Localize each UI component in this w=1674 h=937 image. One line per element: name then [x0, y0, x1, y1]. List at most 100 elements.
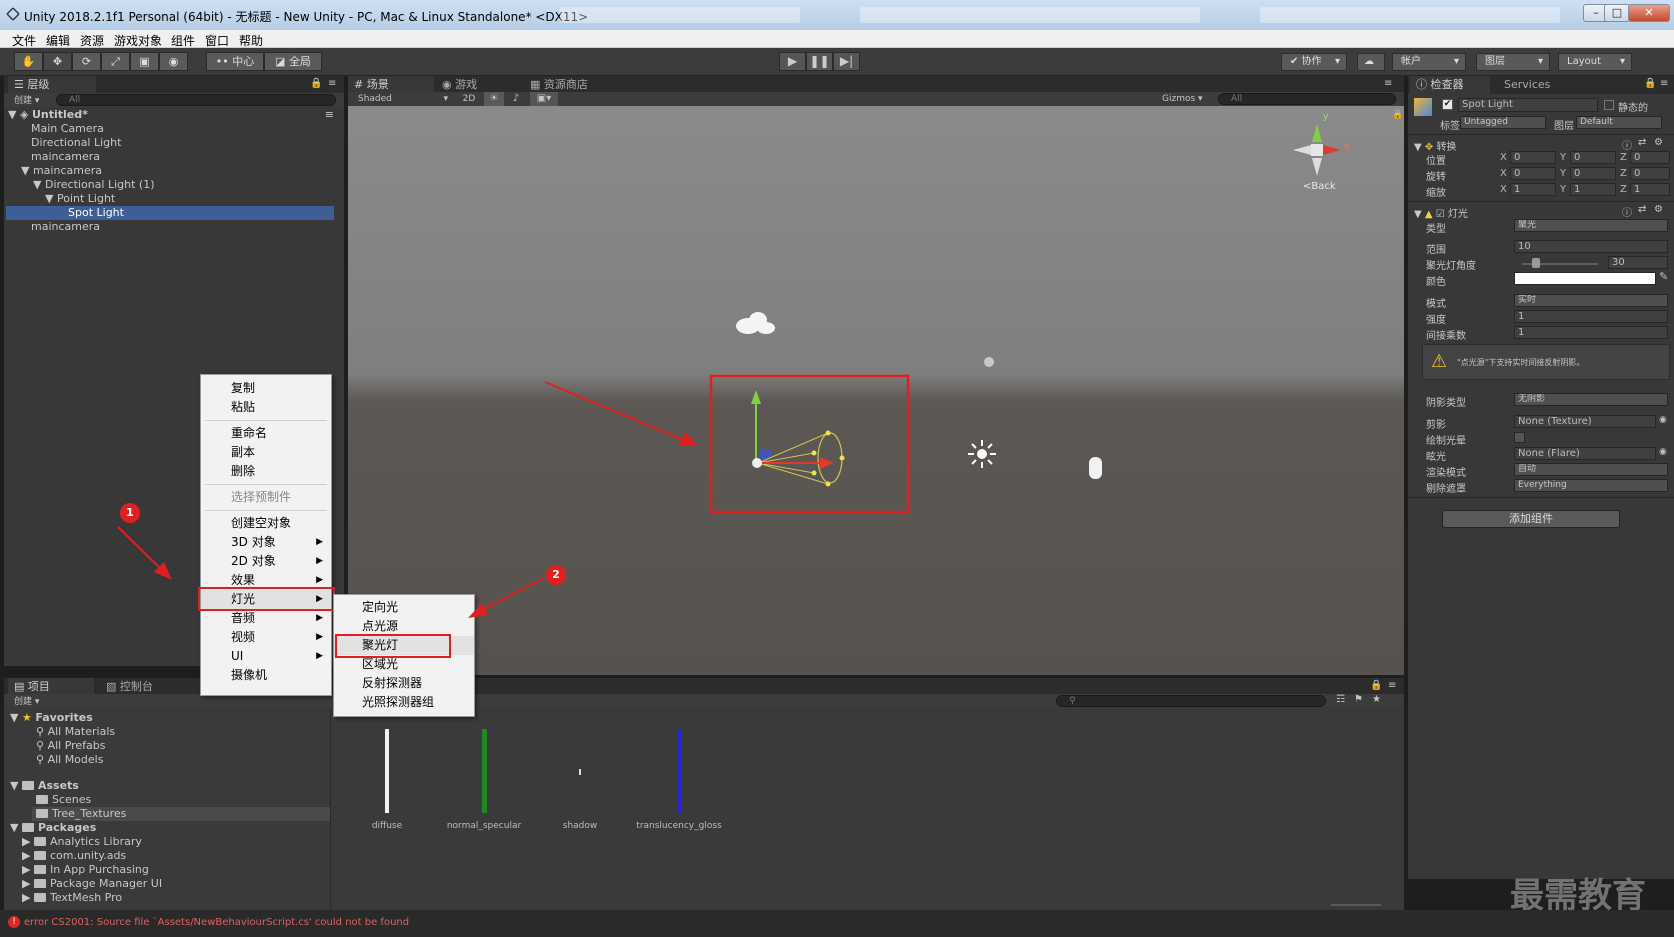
hierarchy-item[interactable]: Main Camera	[0, 122, 344, 136]
audio-toggle[interactable]: ♪	[506, 92, 526, 106]
close-button[interactable]: ✕	[1628, 4, 1670, 22]
lock-icon[interactable]: 🔒	[1370, 680, 1382, 691]
rect-tool-button[interactable]: ▣	[130, 52, 159, 71]
light-type-dropdown[interactable]: 聚光	[1514, 219, 1668, 232]
menu-item-ui[interactable]: UI ▶	[201, 647, 331, 666]
packages-header[interactable]: ▼ Packages	[10, 821, 96, 835]
package-folder[interactable]: ▶ com.unity.ads	[22, 849, 126, 863]
assets-folder-selected[interactable]: Tree_Textures	[32, 807, 330, 821]
maximize-button[interactable]: □	[1604, 4, 1630, 22]
menu-gameobject[interactable]: 游戏对象	[114, 32, 162, 49]
range-field[interactable]: 10	[1514, 240, 1668, 253]
move-tool-button[interactable]: ✥	[43, 52, 72, 71]
shading-mode-dropdown[interactable]: Shaded ▾	[352, 92, 452, 106]
package-folder[interactable]: ▶ Package Manager UI	[22, 877, 162, 891]
tag-icon[interactable]: ⚑	[1354, 694, 1363, 705]
object-name-input[interactable]: Spot Light	[1458, 98, 1598, 112]
status-error-text[interactable]: error CS2001: Source file `Assets/NewBeh…	[24, 917, 409, 928]
project-search-input[interactable]: ⚲	[1056, 695, 1326, 707]
tab-inspector[interactable]: ⓘ 检查器	[1410, 76, 1490, 94]
tab-hierarchy[interactable]: ☰ 层级	[8, 76, 96, 94]
draw-halo-checkbox[interactable]	[1514, 432, 1525, 443]
asset-thumbnail-diffuse[interactable]	[385, 729, 389, 813]
menu-item-video[interactable]: 视频 ▶	[201, 628, 331, 647]
transform-header[interactable]: ▼ ✥ 转换	[1414, 138, 1456, 153]
hierarchy-item[interactable]: ▼ Point Light	[0, 192, 344, 206]
submenu-item-directional-light[interactable]: 定向光	[334, 598, 474, 617]
panel-menu-icon[interactable]: ≡	[1384, 78, 1392, 89]
lock-icon[interactable]: 🔒	[1644, 78, 1656, 89]
position-z-field[interactable]: 0	[1630, 151, 1670, 164]
lighting-toggle[interactable]: ☀	[484, 92, 504, 106]
gizmos-dropdown[interactable]: Gizmos ▾	[1162, 92, 1212, 106]
light-enabled-checkbox[interactable]: ☑	[1436, 209, 1448, 220]
menu-component[interactable]: 组件	[171, 32, 195, 49]
panel-menu-icon[interactable]: ≡	[1660, 78, 1668, 89]
rotation-x-field[interactable]: 0	[1510, 167, 1556, 180]
favorites-item[interactable]: ⚲ All Models	[36, 753, 103, 767]
pivot-toggle[interactable]: •• 中心	[206, 52, 264, 71]
lock-icon[interactable]: 🔒	[1392, 110, 1403, 120]
tab-services[interactable]: Services	[1498, 76, 1574, 94]
rotation-z-field[interactable]: 0	[1630, 167, 1670, 180]
menu-file[interactable]: 文件	[12, 32, 36, 49]
lock-icon[interactable]: 🔒	[310, 78, 322, 89]
scene-row[interactable]: ▼ ◈ Untitled* ≡	[8, 108, 340, 122]
menu-help[interactable]: 帮助	[239, 32, 263, 49]
asset-thumbnail-normal-specular[interactable]	[482, 729, 487, 813]
global-toggle[interactable]: ◪ 全局	[264, 52, 322, 71]
hierarchy-item[interactable]: ▼ maincamera	[0, 164, 344, 178]
gear-icon[interactable]: ⚙	[1654, 204, 1663, 215]
menu-item-duplicate[interactable]: 副本	[201, 443, 331, 462]
tag-dropdown[interactable]: Untagged	[1460, 116, 1546, 129]
play-button[interactable]: ▶	[779, 52, 806, 71]
assets-folder[interactable]: Scenes	[36, 793, 91, 807]
add-component-button[interactable]: 添加组件	[1442, 510, 1620, 528]
position-y-field[interactable]: 0	[1570, 151, 1616, 164]
scale-x-field[interactable]: 1	[1510, 183, 1556, 196]
indirect-multiplier-field[interactable]: 1	[1514, 326, 1668, 339]
rotate-tool-button[interactable]: ⟳	[72, 52, 101, 71]
hierarchy-item[interactable]: maincamera	[0, 150, 344, 164]
menu-edit[interactable]: 编辑	[46, 32, 70, 49]
star-icon[interactable]: ★	[1372, 694, 1381, 705]
asset-thumbnail-translucency-gloss[interactable]	[677, 729, 682, 813]
menu-item-3d-object[interactable]: 3D 对象 ▶	[201, 533, 331, 552]
shadow-type-dropdown[interactable]: 无阴影	[1514, 393, 1668, 406]
layout-dropdown[interactable]: Layout ▾	[1558, 53, 1632, 71]
menu-item-rename[interactable]: 重命名	[201, 424, 331, 443]
culling-mask-dropdown[interactable]: Everything	[1514, 479, 1668, 492]
gizmo-view-label[interactable]: <Back	[1303, 181, 1336, 192]
object-picker-icon[interactable]: ◉	[1659, 447, 1667, 457]
asset-thumbnail-shadow[interactable]	[579, 769, 581, 775]
package-folder[interactable]: ▶ In App Purchasing	[22, 863, 149, 877]
scene-search-input[interactable]: All	[1218, 93, 1396, 105]
panel-menu-icon[interactable]: ≡	[1388, 680, 1396, 691]
layers-dropdown[interactable]: 图层 ▾	[1476, 53, 1550, 71]
assets-header[interactable]: ▼ Assets	[10, 779, 79, 793]
transform-tool-button[interactable]: ◉	[159, 52, 188, 71]
collab-dropdown[interactable]: ✔ 协作 ▾	[1281, 53, 1347, 71]
step-button[interactable]: ▶|	[833, 52, 860, 71]
package-folder[interactable]: ▶ TextMesh Pro	[22, 891, 122, 905]
help-icon[interactable]: ⓘ	[1622, 204, 1632, 219]
light-header[interactable]: ▼ ▲ ☑ 灯光	[1414, 205, 1468, 220]
spot-angle-field[interactable]: 30	[1608, 256, 1668, 269]
hierarchy-item[interactable]: ▼ Directional Light (1)	[0, 178, 344, 192]
help-icon[interactable]: ⓘ	[1622, 137, 1632, 152]
submenu-item-reflection-probe[interactable]: 反射探测器	[334, 674, 474, 693]
filter-type-icon[interactable]: ☶	[1336, 694, 1345, 705]
scene-menu-icon[interactable]: ≡	[325, 108, 334, 122]
menu-item-delete[interactable]: 删除	[201, 462, 331, 481]
menu-item-audio[interactable]: 音频 ▶	[201, 609, 331, 628]
static-checkbox[interactable]	[1604, 100, 1614, 110]
scene-viewport[interactable]: y x <Back 🔒	[348, 106, 1404, 675]
menu-item-copy[interactable]: 复制	[201, 379, 331, 398]
cloud-button[interactable]: ☁	[1357, 53, 1385, 71]
package-folder[interactable]: ▶ Analytics Library	[22, 835, 142, 849]
scale-y-field[interactable]: 1	[1570, 183, 1616, 196]
menu-item-camera[interactable]: 摄像机	[201, 666, 331, 685]
menu-assets[interactable]: 资源	[80, 32, 104, 49]
layer-dropdown[interactable]: Default	[1576, 116, 1662, 129]
menu-item-2d-object[interactable]: 2D 对象 ▶	[201, 552, 331, 571]
